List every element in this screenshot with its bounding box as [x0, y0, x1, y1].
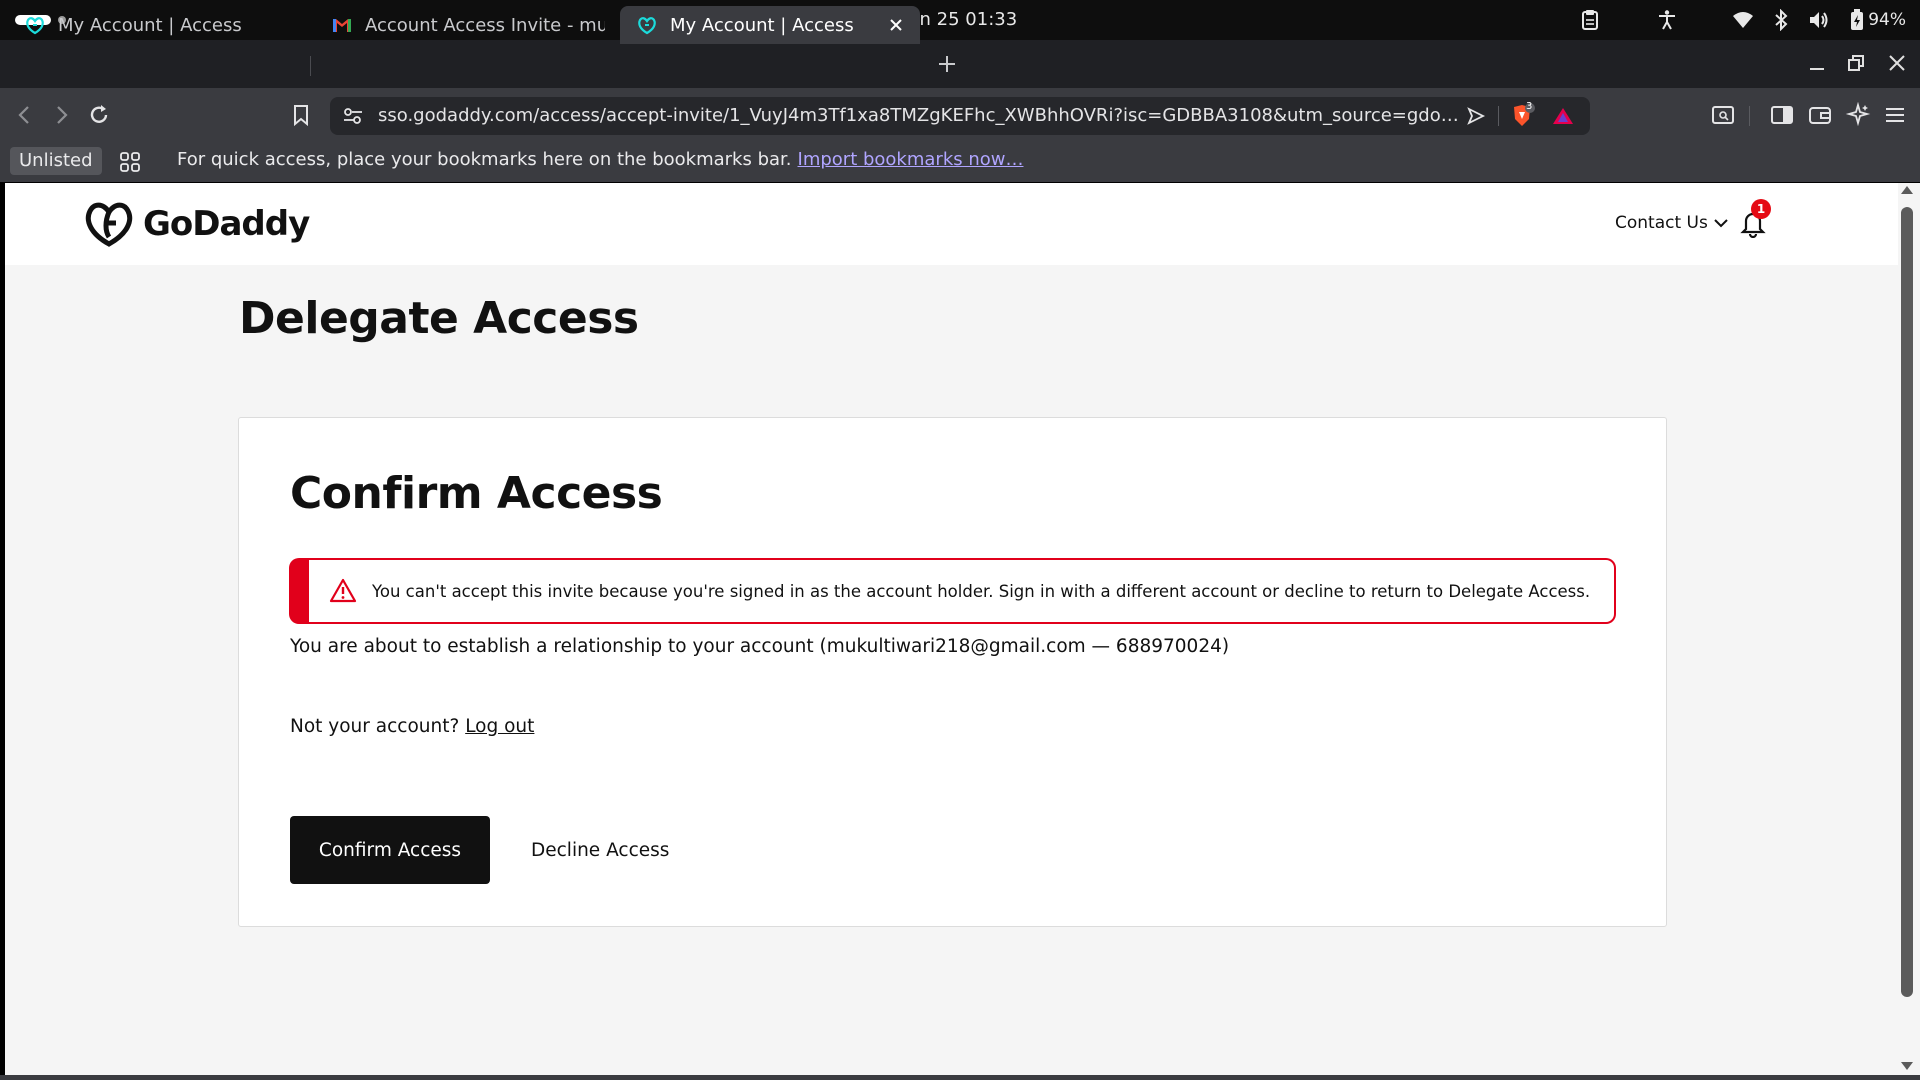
clipboard-icon[interactable] [1580, 9, 1600, 31]
tab-separator [310, 56, 311, 76]
share-icon[interactable] [1466, 106, 1486, 126]
godaddy-logo-icon [85, 202, 133, 247]
notification-badge: 1 [1751, 199, 1771, 219]
scroll-down-arrow[interactable] [1901, 1062, 1913, 1070]
card-title: Confirm Access [290, 468, 663, 519]
confirm-access-card: Confirm Access You can't accept this inv… [238, 417, 1667, 927]
battery-icon [1851, 9, 1864, 30]
minimize-icon[interactable] [1806, 52, 1828, 74]
tab-my-account-1[interactable]: My Account | Access [8, 6, 306, 44]
tab-strip [0, 40, 1920, 88]
contact-us-label: Contact Us [1615, 213, 1708, 233]
apps-grid-icon[interactable] [118, 150, 142, 174]
bookmark-icon[interactable] [288, 102, 314, 128]
scrollbar-thumb[interactable] [1901, 207, 1913, 997]
url-divider [1498, 106, 1499, 126]
alert-message: You can't accept this invite because you… [372, 581, 1591, 601]
confirm-access-button[interactable]: Confirm Access [290, 816, 490, 884]
close-window-icon[interactable] [1886, 52, 1908, 74]
volume-icon[interactable] [1808, 10, 1830, 30]
page-title: Delegate Access [239, 293, 639, 344]
scroll-up-arrow[interactable] [1901, 186, 1913, 194]
wifi-icon[interactable] [1732, 11, 1754, 29]
bookmarks-message: For quick access, place your bookmarks h… [177, 142, 1023, 178]
reader-mode-icon[interactable] [1710, 102, 1736, 128]
gmail-icon [333, 19, 351, 32]
site-header: GoDaddy Contact Us 1 [5, 183, 1898, 265]
tab-my-account-active[interactable]: My Account | Access [620, 6, 920, 44]
battery-indicator[interactable]: 94% [1850, 9, 1906, 31]
site-settings-icon[interactable] [342, 106, 364, 126]
not-your-account: Not your account? Log out [290, 716, 534, 737]
tab-title: My Account | Access [670, 14, 854, 36]
new-tab-icon[interactable] [935, 52, 959, 76]
bluetooth-icon[interactable] [1774, 9, 1788, 31]
window-bottom-edge [0, 1075, 1920, 1080]
error-alert: You can't accept this invite because you… [289, 558, 1616, 624]
address-bar[interactable]: sso.godaddy.com/access/accept-invite/1_V… [330, 97, 1590, 135]
page-viewport: GoDaddy Contact Us 1 Delegate Access Con… [5, 183, 1898, 1075]
chevron-down-icon [1714, 219, 1728, 228]
tab-title: Account Access Invite - mukul [365, 14, 605, 36]
profile-badge[interactable]: Unlisted [10, 147, 102, 175]
menu-icon[interactable] [1882, 102, 1908, 128]
system-tray[interactable]: 94% [1580, 0, 1906, 40]
relationship-text: You are about to establish a relationshi… [290, 636, 1230, 657]
restore-icon[interactable] [1845, 52, 1867, 74]
not-account-label: Not your account? [290, 716, 460, 737]
warning-icon [329, 578, 357, 603]
logo-text: GoDaddy [143, 204, 310, 244]
toolbar-divider [1749, 106, 1750, 126]
url-text[interactable]: sso.godaddy.com/access/accept-invite/1_V… [378, 97, 1468, 135]
contact-us-menu[interactable]: Contact Us [1615, 213, 1728, 233]
decline-access-button[interactable]: Decline Access [511, 816, 689, 884]
close-tab-icon[interactable] [886, 15, 906, 35]
tab-gmail-invite[interactable]: Account Access Invite - mukul [315, 6, 605, 44]
brave-rewards-icon[interactable] [1552, 106, 1574, 126]
godaddy-logo[interactable]: GoDaddy [83, 201, 310, 247]
import-bookmarks-link[interactable]: Import bookmarks now… [798, 149, 1024, 170]
wallet-icon[interactable] [1807, 102, 1833, 128]
shield-count: 3 [1526, 101, 1533, 112]
logout-link[interactable]: Log out [465, 716, 534, 737]
accessibility-icon[interactable] [1656, 9, 1678, 31]
leo-ai-icon[interactable] [1845, 102, 1871, 128]
reload-icon[interactable] [86, 102, 112, 128]
battery-percent: 94% [1868, 10, 1906, 30]
sidebar-icon[interactable] [1769, 102, 1795, 128]
bookmarks-bar: Unlisted For quick access, place your bo… [0, 142, 1920, 182]
tab-title: My Account | Access [58, 14, 242, 36]
back-icon[interactable] [12, 102, 38, 128]
godaddy-icon [26, 17, 44, 35]
godaddy-icon [638, 17, 656, 35]
forward-icon[interactable] [48, 102, 74, 128]
bookmarks-hint: For quick access, place your bookmarks h… [177, 149, 792, 170]
